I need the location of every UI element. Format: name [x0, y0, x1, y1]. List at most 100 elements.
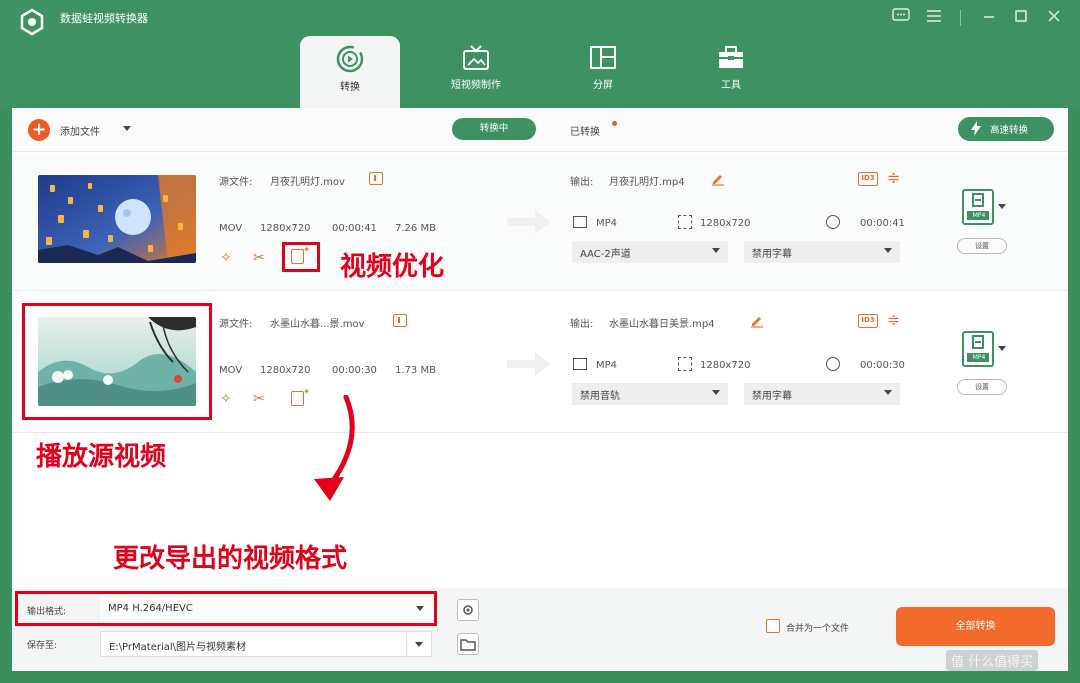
subtitle-select[interactable]: 禁用字幕	[744, 241, 900, 263]
merge-label: 合并为一个文件	[786, 624, 850, 634]
resolution-icon	[678, 357, 692, 371]
tab-split-screen[interactable]: 分屏	[553, 36, 653, 108]
output-format-select[interactable]: MP4 H.264/HEVC	[100, 597, 432, 621]
magic-wand-icon[interactable]: ✧	[220, 391, 232, 407]
compress-icon[interactable]: ≑	[887, 168, 900, 187]
subtitle-value: 禁用字幕	[752, 249, 792, 260]
clock-icon	[826, 215, 840, 229]
output-label: 输出:	[570, 319, 594, 330]
folder-icon[interactable]	[457, 633, 479, 655]
maximize-icon[interactable]	[1010, 8, 1032, 28]
film-icon	[573, 216, 587, 228]
save-path-value: E:\PrMaterial\图片与视频素材	[109, 642, 247, 653]
tab-tools[interactable]: 工具	[681, 36, 781, 108]
source-label: 源文件:	[219, 319, 253, 330]
tab-label: 短视频制作	[451, 80, 501, 91]
output-format-badge[interactable]: MP4	[962, 331, 994, 367]
source-label: 源文件:	[219, 177, 253, 188]
add-file-button[interactable]: 添加文件	[60, 123, 100, 138]
chevron-down-icon[interactable]	[998, 204, 1006, 209]
app-title: 数据蛙视频转换器	[60, 12, 148, 25]
output-resolution: 1280x720	[700, 218, 751, 229]
source-resolution: 1280x720	[260, 223, 311, 234]
audio-track-value: AAC-2声道	[580, 249, 631, 260]
annotation-play-source: 播放源视频	[36, 442, 167, 472]
settings-button[interactable]: 设置	[957, 379, 1007, 395]
save-path-field[interactable]: E:\PrMaterial\图片与视频素材	[100, 631, 432, 657]
edit-icon[interactable]	[711, 171, 725, 190]
badge-label: MP4	[972, 212, 986, 219]
notification-dot	[612, 121, 617, 126]
source-size: 1.73 MB	[395, 365, 436, 376]
tab-short-video[interactable]: 短视频制作	[426, 36, 526, 108]
minimize-icon[interactable]	[978, 8, 1000, 28]
output-resolution: 1280x720	[700, 360, 751, 371]
source-filename: 月夜孔明灯.mov	[270, 177, 345, 188]
video-enhance-icon[interactable]: ✦	[291, 387, 310, 406]
settings-button[interactable]: 设置	[957, 238, 1007, 254]
feedback-icon[interactable]	[890, 8, 912, 28]
chevron-down-icon[interactable]	[123, 126, 131, 131]
audio-track-select[interactable]: AAC-2声道	[572, 241, 728, 263]
watermark: 值 什么值得买	[946, 650, 1039, 671]
source-filename: 水墨山水暮...景.mov	[270, 319, 365, 330]
scissors-icon[interactable]: ✂	[253, 391, 265, 407]
convert-all-button[interactable]: 全部转换	[896, 607, 1055, 646]
info-icon[interactable]	[369, 172, 383, 185]
annotation-optimize: 视频优化	[340, 252, 445, 282]
add-file-icon[interactable]: +	[28, 119, 50, 141]
save-to-label: 保存至:	[27, 641, 58, 651]
merge-checkbox[interactable]	[766, 619, 780, 633]
source-duration: 00:00:30	[332, 365, 377, 376]
id3-icon[interactable]: ID3	[858, 172, 878, 186]
split-screen-icon	[590, 46, 616, 69]
output-format-value: MP4 H.264/HEVC	[108, 603, 193, 614]
source-format: MOV	[219, 365, 243, 376]
subtitle-select[interactable]: 禁用字幕	[744, 383, 900, 405]
close-icon[interactable]	[1043, 8, 1065, 28]
info-icon[interactable]	[393, 314, 407, 327]
fast-convert-label: 高速转换	[990, 125, 1029, 136]
format-settings-icon[interactable]	[457, 599, 479, 621]
magic-wand-icon[interactable]: ✧	[220, 250, 232, 266]
audio-track-select[interactable]: 禁用音轨	[572, 383, 728, 405]
tab-converting[interactable]: 转换中	[452, 118, 536, 140]
lightning-icon	[970, 121, 982, 139]
divider	[960, 10, 961, 26]
tab-converted[interactable]: 已转换	[570, 123, 600, 138]
divider	[12, 290, 1068, 291]
output-filename: 月夜孔明灯.mp4	[609, 177, 685, 188]
resolution-icon	[678, 215, 692, 229]
output-format-label: 输出格式:	[27, 607, 67, 617]
chevron-down-icon[interactable]	[998, 346, 1006, 351]
output-label: 输出:	[570, 177, 594, 188]
source-resolution: 1280x720	[260, 365, 311, 376]
source-size: 7.26 MB	[395, 223, 436, 234]
video-thumbnail-lanterns[interactable]	[38, 175, 196, 263]
arrow-right-icon	[505, 208, 553, 240]
tab-label: 转换	[340, 82, 360, 93]
source-duration: 00:00:41	[332, 223, 377, 234]
video-thumbnail-ink-landscape[interactable]	[38, 317, 196, 406]
convert-icon	[336, 45, 364, 73]
toolbox-icon	[719, 46, 743, 68]
fast-convert-button[interactable]: 高速转换	[958, 117, 1054, 141]
edit-icon[interactable]	[750, 313, 764, 332]
annotation-change-format: 更改导出的视频格式	[113, 544, 348, 574]
video-enhance-icon[interactable]: ✦	[291, 245, 310, 264]
source-format: MOV	[219, 223, 243, 234]
id3-icon[interactable]: ID3	[858, 314, 878, 328]
output-duration: 00:00:41	[860, 218, 905, 229]
output-format: MP4	[596, 218, 618, 229]
badge-label: MP4	[972, 354, 986, 361]
output-duration: 00:00:30	[860, 360, 905, 371]
compress-icon[interactable]: ≑	[887, 310, 900, 329]
subtitle-value: 禁用字幕	[752, 391, 792, 402]
scissors-icon[interactable]: ✂	[253, 250, 265, 266]
output-filename: 水墨山水暮日美景.mp4	[609, 319, 715, 330]
divider	[12, 432, 1068, 433]
menu-icon[interactable]	[923, 8, 945, 28]
title-bar	[0, 0, 1080, 110]
tab-convert[interactable]: 转换	[300, 36, 400, 108]
output-format-badge[interactable]: MP4	[962, 189, 994, 225]
